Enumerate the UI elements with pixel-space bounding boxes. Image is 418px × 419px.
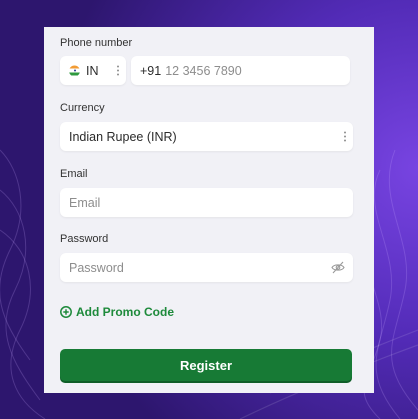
dropdown-dots-icon (344, 131, 347, 142)
phone-input-text: +91 12 3456 7890 (140, 56, 242, 85)
registration-form: Phone number IN +91 12 3456 7890 Currenc… (44, 27, 374, 393)
password-input[interactable]: Password (60, 253, 353, 282)
india-flag-icon (69, 65, 80, 76)
plus-circle-icon (60, 306, 72, 318)
eye-off-icon[interactable] (331, 261, 345, 274)
currency-select[interactable]: Indian Rupee (INR) (60, 122, 353, 151)
country-code-value: IN (86, 63, 99, 78)
currency-label: Currency (60, 102, 105, 114)
password-placeholder: Password (69, 260, 124, 275)
dial-code: +91 (140, 63, 162, 78)
currency-value: Indian Rupee (INR) (69, 129, 177, 144)
phone-input[interactable]: +91 12 3456 7890 (131, 56, 350, 85)
email-label: Email (60, 168, 88, 180)
phone-label: Phone number (60, 37, 133, 49)
phone-placeholder: 12 3456 7890 (165, 63, 242, 78)
promo-label: Add Promo Code (76, 305, 174, 319)
password-label: Password (60, 233, 109, 245)
dropdown-dots-icon (117, 65, 120, 76)
email-placeholder: Email (69, 195, 101, 210)
add-promo-code-link[interactable]: Add Promo Code (60, 305, 174, 319)
email-input[interactable]: Email (60, 188, 353, 217)
register-button[interactable]: Register (60, 349, 352, 381)
country-code-select[interactable]: IN (60, 56, 126, 85)
